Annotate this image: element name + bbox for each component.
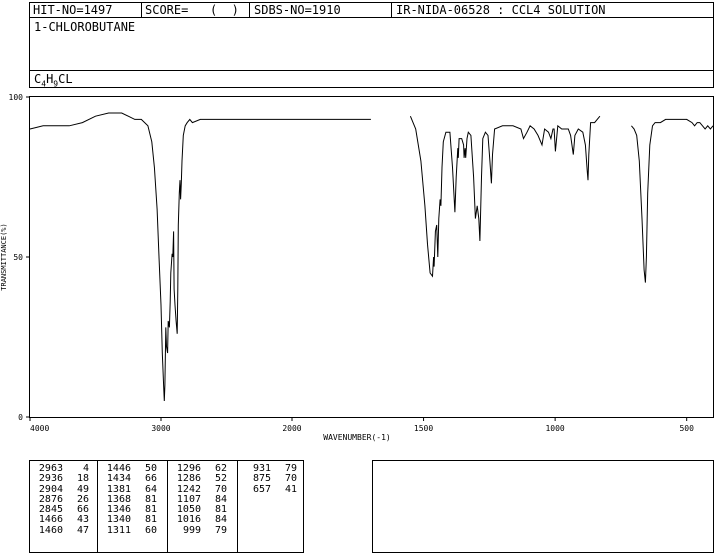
x-tick-label: 1500 — [414, 424, 433, 433]
peak-transmittance: 47 — [76, 524, 89, 536]
peak-column: 931 79 875 70 657 41 — [241, 463, 297, 495]
x-tick-label: 1000 — [545, 424, 564, 433]
peak-transmittance: 41 — [284, 483, 297, 495]
y-axis-label: TRANSMITTANCE(%) — [0, 223, 8, 290]
x-tick-label: 2000 — [282, 424, 301, 433]
plot-frame — [29, 96, 714, 418]
spectrum-line — [29, 112, 371, 402]
y-tick-label: 0 — [18, 413, 23, 422]
table-row: 1460 47 — [33, 524, 89, 536]
x-tick-label: 3000 — [151, 424, 170, 433]
spectrum-line — [409, 115, 601, 278]
table-divider — [97, 461, 98, 552]
x-axis-label: WAVENUMBER(-1) — [323, 433, 390, 442]
x-tick-label: 4000 — [30, 424, 49, 433]
table-row: 999 79 — [171, 524, 227, 536]
y-tick-label: 100 — [9, 93, 24, 102]
peak-table: 2963 4 2936 18 2904 49 2876 26 2845 66 1466 43 1460 4… — [29, 460, 304, 553]
y-tick-label: 50 — [13, 253, 23, 262]
peak-transmittance: 60 — [144, 524, 157, 536]
peak-wavenumber: 1460 — [38, 524, 63, 536]
structure-box — [372, 460, 714, 553]
peak-column: 2963 4 2936 18 2904 49 2876 26 2845 66 1466 43 1460 4… — [33, 463, 89, 536]
table-row: 657 41 — [241, 483, 297, 495]
table-row: 1311 60 — [101, 524, 157, 536]
peak-column: 1296 62 1286 52 1242 70 1107 84 1050 81 1016 84 999 7… — [171, 463, 227, 536]
peak-column: 1446 50 1434 66 1381 64 1368 81 1346 81 1340 81 1311… — [101, 463, 157, 536]
peak-transmittance: 79 — [214, 524, 227, 536]
peak-wavenumber: 1311 — [106, 524, 131, 536]
table-divider — [167, 461, 168, 552]
table-divider — [237, 461, 238, 552]
x-tick-label: 500 — [679, 424, 694, 433]
spectrum-line — [631, 118, 714, 283]
peak-wavenumber: 657 — [252, 483, 271, 495]
peak-wavenumber: 999 — [182, 524, 201, 536]
ir-spectrum-chart: 4000 3000 2000 1500 1000 500 0 50 100 WAVENUMBER… — [0, 93, 714, 442]
